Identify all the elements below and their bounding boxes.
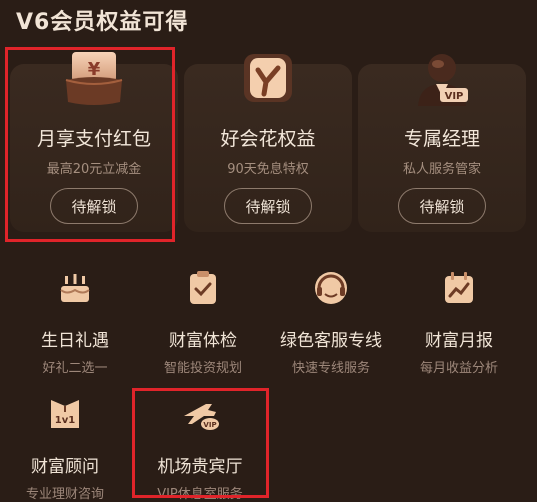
benefit-subtitle: 专业理财咨询 bbox=[25, 487, 104, 502]
clipboard-check-icon bbox=[190, 271, 216, 304]
birthday-cake-icon bbox=[60, 274, 90, 302]
advisor-1v1-icon: 1v1 bbox=[51, 400, 79, 428]
card-subtitle: 私人服务管家 bbox=[402, 162, 481, 177]
benefit-green-hotline[interactable]: 绿色客服专线 快速专线服务 bbox=[266, 268, 396, 376]
page-title: V6会员权益可得 bbox=[16, 10, 189, 35]
vip-manager-icon: VIP bbox=[418, 54, 468, 106]
headset-icon bbox=[315, 272, 347, 304]
highlight-box bbox=[132, 388, 269, 498]
benefit-title: 财富体检 bbox=[169, 331, 237, 351]
benefit-wealth-monthly[interactable]: 财富月报 每月收益分析 bbox=[394, 268, 524, 376]
benefit-wealth-advisor[interactable]: 1v1 财富顾问 专业理财咨询 bbox=[0, 394, 130, 502]
benefit-subtitle: 每月收益分析 bbox=[419, 361, 498, 376]
unlock-button[interactable]: 待解锁 bbox=[398, 188, 486, 224]
card-title: 好会花权益 bbox=[220, 128, 316, 150]
benefit-title: 财富顾问 bbox=[31, 457, 99, 477]
svg-text:VIP: VIP bbox=[445, 91, 464, 102]
card-exclusive-manager[interactable]: VIP 专属经理 私人服务管家 待解锁 bbox=[358, 54, 526, 232]
benefit-birthday[interactable]: 生日礼遇 好礼二选一 bbox=[10, 268, 140, 376]
benefit-title: 财富月报 bbox=[425, 331, 493, 351]
card-title: 专属经理 bbox=[403, 128, 480, 150]
benefit-wealth-checkup[interactable]: 财富体检 智能投资规划 bbox=[138, 268, 268, 376]
benefit-title: 生日礼遇 bbox=[41, 331, 109, 351]
benefit-subtitle: 智能投资规划 bbox=[163, 361, 242, 376]
card-haohuihua[interactable]: 好会花权益 90天免息特权 待解锁 bbox=[184, 54, 352, 232]
card-subtitle: 90天免息特权 bbox=[227, 162, 309, 177]
svg-text:1v1: 1v1 bbox=[55, 415, 75, 426]
highlight-box bbox=[5, 47, 175, 242]
benefit-subtitle: 快速专线服务 bbox=[291, 361, 370, 376]
haohuihua-icon bbox=[244, 54, 292, 102]
unlock-button[interactable]: 待解锁 bbox=[224, 188, 312, 224]
calendar-chart-icon bbox=[445, 272, 473, 303]
benefit-title: 绿色客服专线 bbox=[280, 331, 382, 351]
benefit-subtitle: 好礼二选一 bbox=[42, 361, 108, 376]
